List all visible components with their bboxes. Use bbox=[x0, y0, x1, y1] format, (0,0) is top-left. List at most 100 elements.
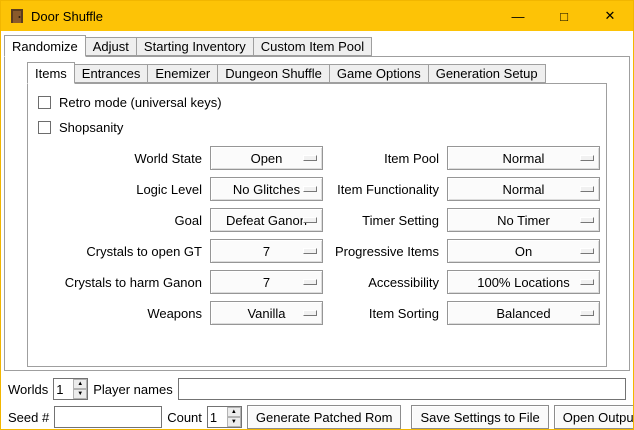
count-label: Count bbox=[167, 410, 202, 425]
world-state-value: Open bbox=[251, 151, 283, 166]
dropdown-indicator-icon bbox=[580, 279, 594, 285]
crystals-ganon-select[interactable]: 7 bbox=[210, 270, 323, 294]
count-input[interactable] bbox=[208, 407, 227, 427]
window-title: Door Shuffle bbox=[31, 9, 103, 24]
item-functionality-select[interactable]: Normal bbox=[447, 177, 600, 201]
logic-level-value: No Glitches bbox=[233, 182, 300, 197]
maximize-icon[interactable]: □ bbox=[541, 1, 587, 31]
timer-setting-select[interactable]: No Timer bbox=[447, 208, 600, 232]
app-window: Door Shuffle — □ ✕ Randomize Adjust Star… bbox=[0, 0, 634, 430]
retro-mode-checkbox[interactable] bbox=[38, 96, 51, 109]
window-content: Randomize Adjust Starting Inventory Cust… bbox=[1, 31, 633, 429]
retro-mode-checkbox-row[interactable]: Retro mode (universal keys) bbox=[38, 90, 598, 115]
inner-tab-bar: Items Entrances Enemizer Dungeon Shuffle… bbox=[27, 61, 607, 83]
tab-generation-setup[interactable]: Generation Setup bbox=[428, 64, 546, 83]
dropdown-indicator-icon bbox=[303, 310, 317, 316]
spin-up-icon[interactable]: ▲ bbox=[73, 379, 87, 389]
logic-level-label: Logic Level bbox=[36, 182, 202, 197]
worlds-row: Worlds ▲ ▼ Player names bbox=[8, 377, 626, 401]
accessibility-select[interactable]: 100% Locations bbox=[447, 270, 600, 294]
weapons-select[interactable]: Vanilla bbox=[210, 301, 323, 325]
crystals-ganon-label: Crystals to harm Ganon bbox=[36, 275, 202, 290]
player-names-input[interactable] bbox=[178, 378, 626, 400]
caption-buttons: — □ ✕ bbox=[495, 1, 633, 31]
dropdown-indicator-icon bbox=[303, 279, 317, 285]
crystals-gt-select[interactable]: 7 bbox=[210, 239, 323, 263]
dropdown-indicator-icon bbox=[303, 155, 317, 161]
logic-level-select[interactable]: No Glitches bbox=[210, 177, 323, 201]
retro-mode-label: Retro mode (universal keys) bbox=[59, 95, 222, 110]
goal-value: Defeat Ganon bbox=[226, 213, 307, 228]
titlebar: Door Shuffle — □ ✕ bbox=[1, 1, 633, 31]
close-icon[interactable]: ✕ bbox=[587, 1, 633, 31]
minimize-icon[interactable]: — bbox=[495, 1, 541, 31]
options-grid: World State Open Item Pool Normal Logic … bbox=[36, 146, 598, 325]
progressive-items-label: Progressive Items bbox=[331, 244, 439, 259]
crystals-gt-value: 7 bbox=[263, 244, 270, 259]
dropdown-indicator-icon bbox=[580, 186, 594, 192]
weapons-label: Weapons bbox=[36, 306, 202, 321]
tab-dungeon-shuffle[interactable]: Dungeon Shuffle bbox=[217, 64, 330, 83]
item-pool-value: Normal bbox=[503, 151, 545, 166]
item-pool-select[interactable]: Normal bbox=[447, 146, 600, 170]
world-state-label: World State bbox=[36, 151, 202, 166]
dropdown-indicator-icon bbox=[303, 217, 317, 223]
spin-down-icon[interactable]: ▼ bbox=[73, 389, 87, 399]
save-settings-button[interactable]: Save Settings to File bbox=[411, 405, 548, 429]
count-stepper-arrows: ▲ ▼ bbox=[227, 407, 241, 427]
dropdown-indicator-icon bbox=[303, 186, 317, 192]
progressive-items-value: On bbox=[515, 244, 532, 259]
item-functionality-value: Normal bbox=[503, 182, 545, 197]
item-sorting-select[interactable]: Balanced bbox=[447, 301, 600, 325]
goal-select[interactable]: Defeat Ganon bbox=[210, 208, 323, 232]
world-state-select[interactable]: Open bbox=[210, 146, 323, 170]
progressive-items-select[interactable]: On bbox=[447, 239, 600, 263]
item-sorting-value: Balanced bbox=[496, 306, 550, 321]
randomize-pane: Items Entrances Enemizer Dungeon Shuffle… bbox=[4, 56, 630, 371]
count-stepper[interactable]: ▲ ▼ bbox=[207, 406, 242, 428]
item-pool-label: Item Pool bbox=[331, 151, 439, 166]
timer-setting-label: Timer Setting bbox=[331, 213, 439, 228]
dropdown-indicator-icon bbox=[580, 248, 594, 254]
worlds-label: Worlds bbox=[8, 382, 48, 397]
dropdown-indicator-icon bbox=[580, 217, 594, 223]
tab-randomize[interactable]: Randomize bbox=[4, 35, 86, 57]
tab-custom-item-pool[interactable]: Custom Item Pool bbox=[253, 37, 372, 56]
worlds-stepper[interactable]: ▲ ▼ bbox=[53, 378, 88, 400]
tab-starting-inventory[interactable]: Starting Inventory bbox=[136, 37, 254, 56]
dropdown-indicator-icon bbox=[580, 155, 594, 161]
spin-down-icon[interactable]: ▼ bbox=[227, 417, 241, 427]
crystals-gt-label: Crystals to open GT bbox=[36, 244, 202, 259]
player-names-label: Player names bbox=[93, 382, 172, 397]
accessibility-value: 100% Locations bbox=[477, 275, 570, 290]
shopsanity-checkbox-row[interactable]: Shopsanity bbox=[38, 115, 598, 140]
shopsanity-checkbox[interactable] bbox=[38, 121, 51, 134]
item-functionality-label: Item Functionality bbox=[331, 182, 439, 197]
tab-enemizer[interactable]: Enemizer bbox=[147, 64, 218, 83]
spin-up-icon[interactable]: ▲ bbox=[227, 407, 241, 417]
item-sorting-label: Item Sorting bbox=[331, 306, 439, 321]
items-pane: Retro mode (universal keys) Shopsanity W… bbox=[27, 83, 607, 367]
seed-label: Seed # bbox=[8, 410, 49, 425]
outer-tab-bar: Randomize Adjust Starting Inventory Cust… bbox=[4, 34, 630, 56]
accessibility-label: Accessibility bbox=[331, 275, 439, 290]
bottom-bar: Worlds ▲ ▼ Player names Seed # Count bbox=[4, 377, 630, 429]
tab-game-options[interactable]: Game Options bbox=[329, 64, 429, 83]
crystals-ganon-value: 7 bbox=[263, 275, 270, 290]
dropdown-indicator-icon bbox=[303, 248, 317, 254]
goal-label: Goal bbox=[36, 213, 202, 228]
timer-setting-value: No Timer bbox=[497, 213, 550, 228]
worlds-input[interactable] bbox=[54, 379, 73, 399]
tab-entrances[interactable]: Entrances bbox=[74, 64, 149, 83]
shopsanity-label: Shopsanity bbox=[59, 120, 123, 135]
weapons-value: Vanilla bbox=[247, 306, 285, 321]
tab-adjust[interactable]: Adjust bbox=[85, 37, 137, 56]
tab-items[interactable]: Items bbox=[27, 62, 75, 84]
worlds-stepper-arrows: ▲ ▼ bbox=[73, 379, 87, 399]
generate-patched-rom-button[interactable]: Generate Patched Rom bbox=[247, 405, 402, 429]
seed-input[interactable] bbox=[54, 406, 162, 428]
dropdown-indicator-icon bbox=[580, 310, 594, 316]
inner-notebook: Items Entrances Enemizer Dungeon Shuffle… bbox=[27, 61, 607, 367]
open-output-directory-button[interactable]: Open Output Directory bbox=[554, 405, 634, 429]
seed-row: Seed # Count ▲ ▼ Generate Patched Rom Sa… bbox=[8, 405, 626, 429]
